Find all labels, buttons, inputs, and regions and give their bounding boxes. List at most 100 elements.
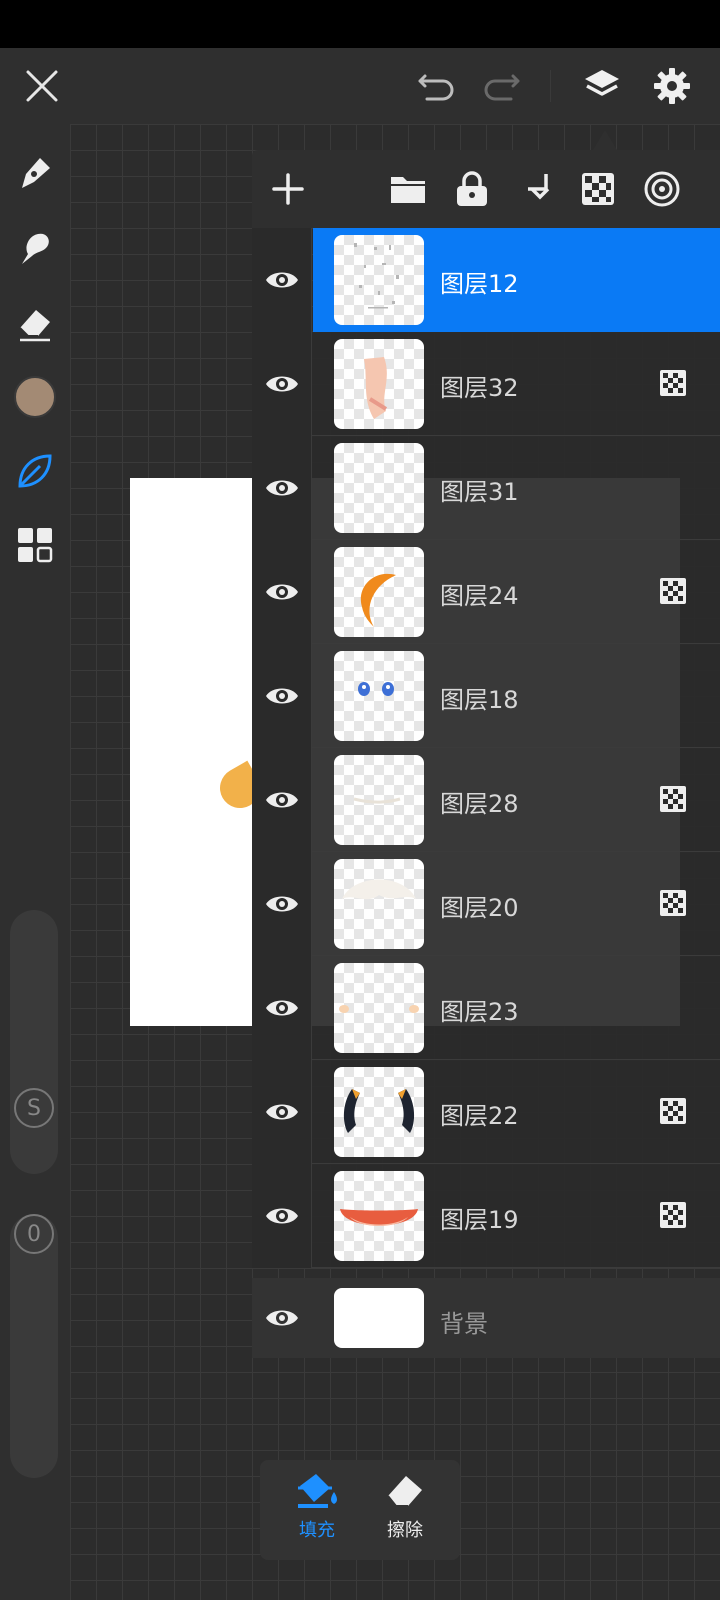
layer-thumbnail bbox=[334, 339, 424, 429]
visibility-toggle[interactable] bbox=[252, 436, 312, 540]
undo-button[interactable] bbox=[414, 64, 458, 108]
layer-row[interactable]: 图层24 bbox=[252, 540, 720, 644]
close-icon bbox=[26, 70, 58, 102]
lock-layer-button[interactable] bbox=[450, 167, 494, 211]
layer-thumbnail bbox=[334, 547, 424, 637]
visibility-toggle[interactable] bbox=[252, 748, 312, 852]
layer-row[interactable]: 图层28 bbox=[252, 748, 720, 852]
smudge-tool[interactable] bbox=[10, 224, 60, 274]
eye-icon bbox=[266, 1310, 298, 1326]
layer-name: 图层22 bbox=[440, 1102, 519, 1130]
alpha-lock-indicator-icon bbox=[660, 890, 686, 916]
layer-row[interactable]: 图层32 bbox=[252, 332, 720, 436]
visibility-toggle[interactable] bbox=[252, 644, 312, 748]
blend-mode-button[interactable] bbox=[640, 167, 684, 211]
add-icon bbox=[272, 173, 304, 205]
eye-icon bbox=[265, 272, 298, 288]
layer-row[interactable]: 图层18 bbox=[252, 644, 720, 748]
current-color-dot bbox=[14, 376, 56, 418]
layer-name: 图层19 bbox=[440, 1206, 519, 1234]
alpha-lock-indicator-icon bbox=[660, 370, 686, 396]
layer-name: 图层18 bbox=[440, 686, 519, 714]
settings-button[interactable] bbox=[650, 64, 694, 108]
lock-icon bbox=[457, 171, 487, 206]
top-toolbar bbox=[0, 48, 720, 124]
layer-thumbnail bbox=[334, 1067, 424, 1157]
layer-name: 图层32 bbox=[440, 374, 519, 402]
panel-pointer bbox=[593, 130, 617, 150]
layer-row[interactable]: 图层23 bbox=[252, 956, 720, 1060]
visibility-toggle[interactable] bbox=[252, 1164, 312, 1268]
toolbar-divider bbox=[550, 70, 551, 102]
left-toolbar: S 0 bbox=[0, 124, 70, 1600]
layer-row[interactable]: 图层22 bbox=[252, 1060, 720, 1164]
smudge-icon bbox=[22, 233, 49, 264]
fill-erase-toolbar: 填充 擦除 bbox=[260, 1460, 460, 1560]
pen-tool[interactable] bbox=[10, 148, 60, 198]
opacity-slider-label: 0 bbox=[14, 1214, 54, 1254]
layer-thumbnail bbox=[334, 755, 424, 845]
layer-name: 图层24 bbox=[440, 582, 519, 610]
layer-row[interactable]: 图层31 bbox=[252, 436, 720, 540]
alpha-lock-indicator-icon bbox=[660, 1202, 686, 1228]
layer-row[interactable]: 图层20 bbox=[252, 852, 720, 956]
eye-icon bbox=[265, 792, 298, 808]
new-folder-button[interactable] bbox=[386, 167, 430, 211]
add-layer-button[interactable] bbox=[266, 167, 310, 211]
erase-label: 擦除 bbox=[387, 1520, 423, 1541]
eye-icon bbox=[265, 1000, 298, 1016]
visibility-toggle[interactable] bbox=[252, 228, 312, 332]
close-button[interactable] bbox=[20, 64, 64, 108]
background-thumbnail bbox=[334, 1288, 424, 1348]
layer-name: 图层12 bbox=[440, 270, 519, 298]
background-layer-name: 背景 bbox=[440, 1310, 488, 1338]
eye-icon bbox=[265, 1104, 298, 1120]
eraser-icon bbox=[19, 310, 50, 342]
layer-row[interactable]: 图层12 bbox=[252, 228, 720, 332]
redo-icon bbox=[484, 74, 520, 101]
leaf-brush-icon bbox=[18, 454, 52, 488]
size-slider-label: S bbox=[14, 1088, 54, 1128]
visibility-toggle[interactable] bbox=[252, 956, 312, 1060]
alpha-lock-icon bbox=[582, 173, 614, 205]
fill-button[interactable]: 填充 bbox=[272, 1470, 362, 1550]
background-layer-row[interactable]: 背景 bbox=[252, 1278, 720, 1358]
alpha-lock-button[interactable] bbox=[576, 167, 620, 211]
merge-down-button[interactable] bbox=[514, 167, 558, 211]
visibility-toggle[interactable] bbox=[252, 852, 312, 956]
layer-thumbnail bbox=[334, 235, 424, 325]
status-bar bbox=[0, 0, 720, 48]
layer-thumbnail bbox=[334, 1171, 424, 1261]
eye-icon bbox=[265, 1208, 298, 1224]
settings-icon bbox=[654, 68, 690, 104]
layers-button[interactable] bbox=[580, 64, 624, 108]
fill-label: 填充 bbox=[299, 1520, 335, 1541]
alpha-lock-indicator-icon bbox=[660, 578, 686, 604]
eraser-tool[interactable] bbox=[10, 298, 60, 348]
visibility-toggle[interactable] bbox=[252, 1060, 312, 1164]
merge-down-icon bbox=[528, 174, 550, 200]
gallery-tool[interactable] bbox=[10, 520, 60, 570]
blend-icon bbox=[644, 171, 680, 207]
brush-opacity-slider[interactable]: 0 bbox=[10, 1214, 58, 1478]
paint-bucket-icon bbox=[298, 1474, 337, 1508]
erase-button[interactable]: 擦除 bbox=[360, 1470, 450, 1550]
visibility-toggle[interactable] bbox=[252, 540, 312, 644]
layer-name: 图层31 bbox=[440, 478, 519, 506]
undo-icon bbox=[418, 74, 454, 101]
leaf-brush-tool[interactable] bbox=[10, 446, 60, 496]
layer-row[interactable]: 图层19 bbox=[252, 1164, 720, 1268]
layer-panel-toolbar bbox=[252, 150, 720, 228]
brush-size-slider[interactable]: S bbox=[10, 910, 58, 1174]
visibility-toggle[interactable] bbox=[252, 332, 312, 436]
alpha-lock-indicator-icon bbox=[660, 1098, 686, 1124]
visibility-toggle[interactable] bbox=[252, 1278, 312, 1358]
color-swatch[interactable] bbox=[10, 372, 60, 422]
layer-thumbnail bbox=[334, 443, 424, 533]
redo-button[interactable] bbox=[480, 64, 524, 108]
eraser-icon bbox=[387, 1476, 422, 1507]
alpha-lock-indicator-icon bbox=[660, 786, 686, 812]
layer-thumbnail bbox=[334, 859, 424, 949]
layer-name: 图层20 bbox=[440, 894, 519, 922]
eye-icon bbox=[265, 480, 298, 496]
